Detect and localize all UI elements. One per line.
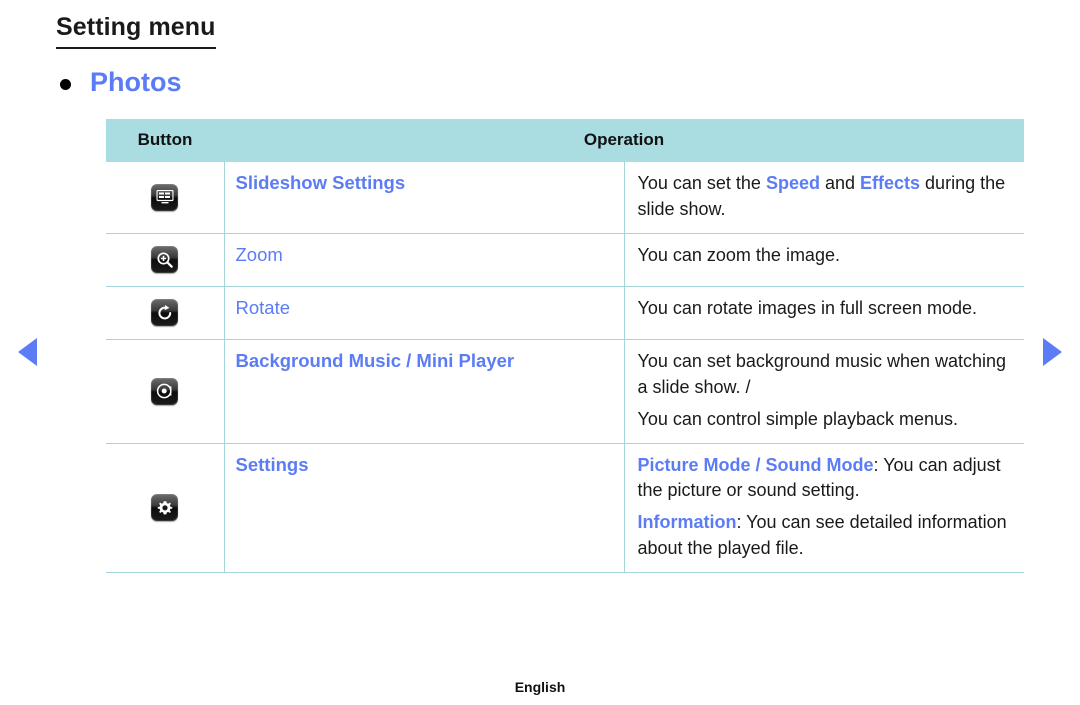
zoom-in-icon: [151, 246, 179, 274]
row-name-label: Background Music / Mini Player: [224, 339, 625, 444]
button-icon-cell: [106, 162, 225, 234]
section-heading: Photos: [60, 67, 182, 98]
row-description: You can set background music when watchi…: [624, 339, 1024, 444]
table-row: Rotate You can rotate images in full scr…: [106, 286, 1024, 340]
table-row: Zoom You can zoom the image.: [106, 233, 1024, 287]
button-icon-cell: [106, 339, 225, 444]
column-header-operation: Operation: [224, 119, 1024, 162]
row-description: Picture Mode / Sound Mode: You can adjus…: [624, 443, 1024, 574]
next-page-arrow-icon[interactable]: [1043, 338, 1062, 366]
settings-gear-icon: [151, 494, 179, 522]
column-header-button: Button: [106, 119, 224, 162]
table-header-row: Button Operation: [106, 119, 1024, 162]
page-title: Setting menu: [56, 13, 216, 49]
footer-language-label: English: [514, 679, 566, 695]
row-name-label: Settings: [224, 443, 625, 574]
bullet-dot-icon: [60, 78, 71, 90]
section-heading-label: Photos: [90, 67, 182, 97]
table-row: Slideshow Settings You can set the Speed…: [106, 162, 1024, 234]
row-name-label: Slideshow Settings: [224, 162, 625, 234]
button-icon-cell: [106, 443, 225, 574]
rotate-icon: [151, 299, 179, 327]
previous-page-arrow-icon[interactable]: [18, 338, 37, 366]
button-icon-cell: [106, 286, 225, 340]
table-row: Background Music / Mini Player You can s…: [106, 339, 1024, 444]
setting-menu-table: Button Operation Slideshow Settings You …: [106, 119, 1024, 574]
slideshow-settings-icon: [151, 183, 179, 211]
row-name-label: Rotate: [224, 286, 625, 340]
row-name-label: Zoom: [224, 233, 625, 287]
button-icon-cell: [106, 233, 225, 287]
table-row: Settings Picture Mode / Sound Mode: You …: [106, 443, 1024, 574]
row-description: You can zoom the image.: [624, 233, 1024, 287]
table-body: Slideshow Settings You can set the Speed…: [106, 162, 1024, 574]
row-description: You can set the Speed and Effects during…: [624, 162, 1024, 234]
row-description: You can rotate images in full screen mod…: [624, 286, 1024, 340]
background-music-icon: [151, 377, 179, 405]
